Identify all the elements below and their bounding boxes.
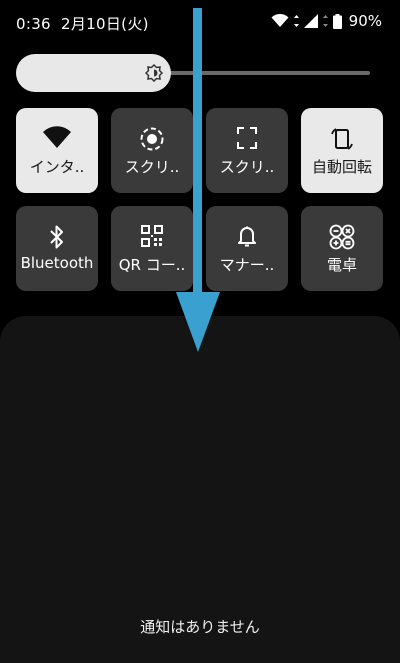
no-notifications-text: 通知はありません [140, 618, 260, 636]
tile-label: インタ.. [29, 158, 85, 176]
bluetooth-icon [50, 225, 63, 249]
bell-icon [238, 226, 256, 247]
qr-code-icon [141, 225, 163, 247]
cell-signal-icon [303, 14, 318, 28]
brightness-icon[interactable] [145, 64, 163, 82]
tile-label: 電卓 [326, 256, 357, 274]
wifi-status-icon [271, 14, 289, 27]
tile-label: Bluetooth [20, 254, 94, 272]
status-date: 2月10日(火) [61, 15, 149, 33]
status-clock: 0:36 2月10日(火) [16, 13, 149, 34]
tile-label: 自動回転 [311, 158, 372, 176]
notification-panel: 通知はありません [0, 316, 400, 663]
battery-percentage: 90% [348, 12, 382, 30]
status-time: 0:36 [16, 15, 51, 33]
battery-icon [332, 13, 342, 29]
wifi-icon [43, 126, 71, 148]
tile-bluetooth[interactable]: Bluetooth [16, 206, 98, 291]
data-transfer-icon [293, 15, 299, 27]
status-icons: 90% [271, 12, 382, 30]
tile-auto-rotate[interactable]: 自動回転 [301, 108, 383, 193]
calculator-icon [329, 224, 355, 250]
auto-rotate-icon [331, 128, 353, 150]
tile-internet[interactable]: インタ.. [16, 108, 98, 193]
swipe-down-arrow-icon [176, 8, 220, 352]
screenshot-icon [237, 127, 257, 149]
no-data-icon [322, 15, 328, 27]
screen-record-icon [140, 127, 164, 151]
tile-calculator[interactable]: 電卓 [301, 206, 383, 291]
